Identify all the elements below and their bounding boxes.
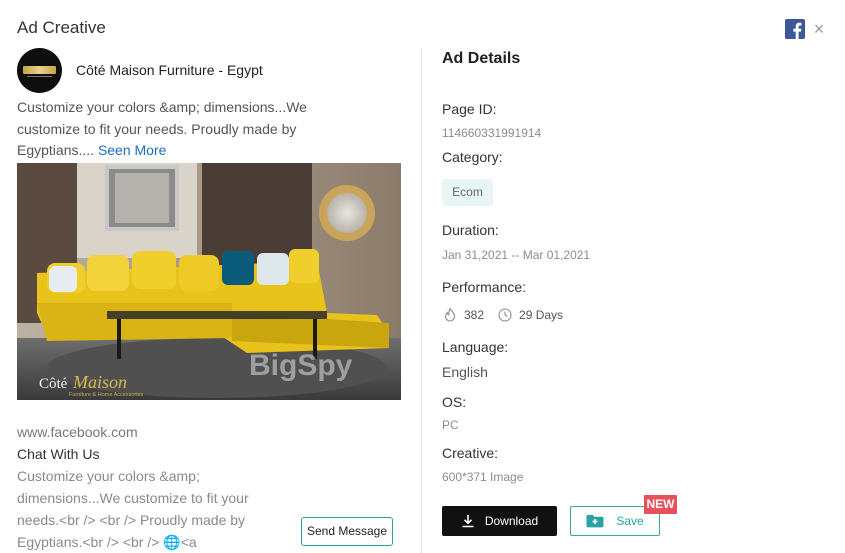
- flame-icon: [442, 307, 458, 323]
- details-title: Ad Details: [442, 50, 521, 67]
- cta-title: Chat With Us: [17, 446, 100, 462]
- download-label: Download: [484, 514, 539, 528]
- days-count: 29 Days: [519, 308, 564, 322]
- new-badge: NEW: [644, 495, 677, 514]
- seen-more-link[interactable]: Seen More: [98, 142, 166, 158]
- modal-title: Ad Creative: [17, 18, 106, 37]
- language-label: Language:: [442, 339, 509, 355]
- link-url: www.facebook.com: [17, 424, 138, 440]
- facebook-icon: [785, 19, 805, 39]
- page-id-label: Page ID:: [442, 101, 497, 117]
- language-value: English: [442, 364, 488, 380]
- download-icon: [462, 515, 474, 528]
- os-value: PC: [442, 418, 459, 432]
- page-id-value: 114660331991914: [442, 126, 542, 140]
- advertiser-avatar: [17, 48, 62, 93]
- likes-count: 382: [464, 308, 485, 322]
- creative-label: Creative:: [442, 445, 499, 461]
- creative-logo-tagline: Furniture & Home Accessories: [69, 392, 144, 398]
- duration-label: Duration:: [442, 222, 499, 238]
- creative-value: 600*371 Image: [442, 470, 524, 484]
- folder-plus-icon: [586, 514, 604, 528]
- ad-copy: Customize your colors &amp; dimensions..…: [17, 97, 347, 162]
- save-label: Save: [616, 514, 644, 528]
- brand-logo: [23, 66, 56, 74]
- category-label: Category:: [442, 149, 503, 165]
- advertiser-name[interactable]: Côté Maison Furniture - Egypt: [76, 62, 263, 78]
- link-description: Customize your colors &amp; dimensions..…: [17, 468, 249, 550]
- category-tag[interactable]: Ecom: [442, 179, 493, 206]
- brand-logo-underline: [27, 76, 52, 77]
- send-message-button[interactable]: Send Message: [301, 517, 393, 546]
- performance-label: Performance:: [442, 279, 527, 295]
- column-divider: [421, 48, 422, 553]
- duration-value: Jan 31,2021 -- Mar 01,2021: [442, 248, 591, 262]
- download-button[interactable]: Download: [442, 506, 557, 536]
- performance-row: 382 29 Days: [442, 306, 563, 324]
- close-icon[interactable]: ×: [811, 19, 827, 39]
- watermark-text: BigSpy: [249, 349, 353, 382]
- os-label: OS:: [442, 394, 467, 410]
- creative-logo-text-1: Côté: [39, 376, 68, 392]
- clock-icon: [497, 307, 513, 323]
- ad-creative-image[interactable]: Côté Maison Furniture & Home Accessories…: [17, 163, 401, 400]
- creative-logo-text-2: Maison: [72, 372, 127, 392]
